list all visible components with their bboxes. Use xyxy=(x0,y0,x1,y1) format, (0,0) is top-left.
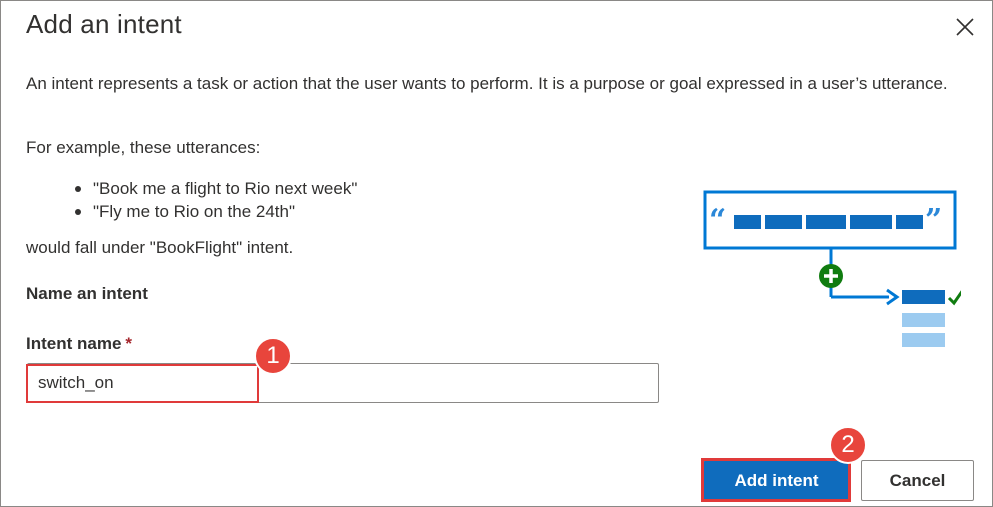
required-marker: * xyxy=(125,334,133,353)
svg-text:”: ” xyxy=(925,203,942,238)
step-1-badge: 1 xyxy=(254,337,292,375)
intent-name-input[interactable] xyxy=(27,363,659,403)
cancel-button[interactable]: Cancel xyxy=(861,460,974,501)
close-button[interactable] xyxy=(951,13,979,41)
intent-illustration: “ ” xyxy=(703,190,961,347)
example-utterance: "Fly me to Rio on the 24th" xyxy=(75,200,357,223)
intent-example-note: would fall under "BookFlight" intent. xyxy=(26,238,294,257)
example-utterance: "Book me a flight to Rio next week" xyxy=(75,177,357,200)
example-intro: For example, these utterances: xyxy=(26,138,261,157)
intent-description: An intent represents a task or action th… xyxy=(26,74,948,93)
dialog-title: Add an intent xyxy=(26,9,182,39)
svg-text:“: “ xyxy=(709,203,726,238)
close-icon xyxy=(956,18,974,36)
add-intent-dialog: Add an intent An intent represents a tas… xyxy=(0,0,993,507)
intent-name-label: Intent name * xyxy=(26,334,132,354)
section-heading: Name an intent xyxy=(26,284,148,303)
example-list: "Book me a flight to Rio next week" "Fly… xyxy=(75,177,357,223)
step-2-badge: 2 xyxy=(829,426,867,464)
add-intent-button[interactable]: Add intent xyxy=(704,460,849,501)
intent-name-label-text: Intent name xyxy=(26,334,122,353)
